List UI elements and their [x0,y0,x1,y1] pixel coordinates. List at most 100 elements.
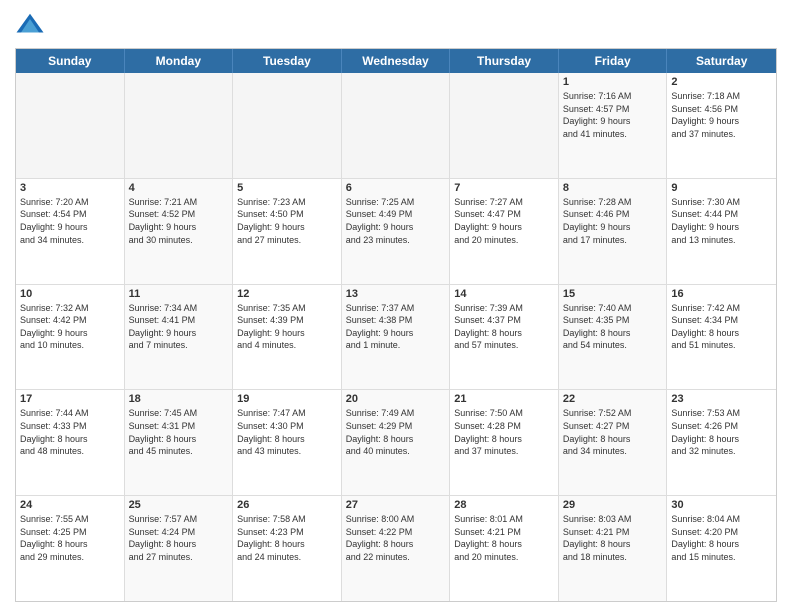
day-number: 24 [20,499,120,511]
header-day-friday: Friday [559,49,668,73]
calendar-cell: 25 Sunrise: 7:57 AM Sunset: 4:24 PM Dayli… [125,496,234,601]
calendar-cell: 30 Sunrise: 8:04 AM Sunset: 4:20 PM Dayli… [667,496,776,601]
calendar-cell: 17 Sunrise: 7:44 AM Sunset: 4:33 PM Dayli… [16,390,125,495]
header-day-sunday: Sunday [16,49,125,73]
day-number: 21 [454,393,554,405]
cell-sun-info: Sunrise: 8:01 AM Sunset: 4:21 PM Dayligh… [454,513,554,563]
calendar-cell: 6 Sunrise: 7:25 AM Sunset: 4:49 PM Daylig… [342,179,451,284]
day-number: 20 [346,393,446,405]
cell-sun-info: Sunrise: 7:25 AM Sunset: 4:49 PM Dayligh… [346,196,446,246]
day-number: 2 [671,76,772,88]
day-number: 12 [237,288,337,300]
cell-sun-info: Sunrise: 7:45 AM Sunset: 4:31 PM Dayligh… [129,407,229,457]
day-number: 17 [20,393,120,405]
logo-icon [15,10,45,40]
day-number: 3 [20,182,120,194]
calendar-row-1: 3Sunrise: 7:20 AM Sunset: 4:54 PM Daylig… [16,179,776,285]
calendar-cell: 20Sunrise: 7:49 AM Sunset: 4:29 PM Dayli… [342,390,451,495]
calendar-cell: 26 Sunrise: 7:58 AM Sunset: 4:23 PM Dayli… [233,496,342,601]
calendar-cell: 2 Sunrise: 7:18 AM Sunset: 4:56 PM Daylig… [667,73,776,178]
cell-sun-info: Sunrise: 7:21 AM Sunset: 4:52 PM Dayligh… [129,196,229,246]
calendar-cell [16,73,125,178]
cell-sun-info: Sunrise: 7:16 AM Sunset: 4:57 PM Dayligh… [563,90,663,140]
header-day-monday: Monday [125,49,234,73]
calendar-cell [233,73,342,178]
calendar-cell [125,73,234,178]
cell-sun-info: Sunrise: 7:52 AM Sunset: 4:27 PM Dayligh… [563,407,663,457]
cell-sun-info: Sunrise: 7:47 AM Sunset: 4:30 PM Dayligh… [237,407,337,457]
day-number: 11 [129,288,229,300]
calendar-cell: 19Sunrise: 7:47 AM Sunset: 4:30 PM Dayli… [233,390,342,495]
calendar-cell: 23 Sunrise: 7:53 AM Sunset: 4:26 PM Dayli… [667,390,776,495]
day-number: 7 [454,182,554,194]
header-day-thursday: Thursday [450,49,559,73]
calendar-row-0: 1 Sunrise: 7:16 AM Sunset: 4:57 PM Daylig… [16,73,776,179]
header [15,10,777,40]
calendar-cell: 16 Sunrise: 7:42 AM Sunset: 4:34 PM Dayli… [667,285,776,390]
calendar-cell: 4 Sunrise: 7:21 AM Sunset: 4:52 PM Daylig… [125,179,234,284]
calendar-row-4: 24 Sunrise: 7:55 AM Sunset: 4:25 PM Dayli… [16,496,776,601]
cell-sun-info: Sunrise: 7:27 AM Sunset: 4:47 PM Dayligh… [454,196,554,246]
day-number: 26 [237,499,337,511]
calendar-body: 1 Sunrise: 7:16 AM Sunset: 4:57 PM Daylig… [16,73,776,601]
cell-sun-info: Sunrise: 7:50 AM Sunset: 4:28 PM Dayligh… [454,407,554,457]
calendar-cell: 15 Sunrise: 7:40 AM Sunset: 4:35 PM Dayli… [559,285,668,390]
cell-sun-info: Sunrise: 7:35 AM Sunset: 4:39 PM Dayligh… [237,302,337,352]
day-number: 16 [671,288,772,300]
cell-sun-info: Sunrise: 8:00 AM Sunset: 4:22 PM Dayligh… [346,513,446,563]
day-number: 30 [671,499,772,511]
day-number: 9 [671,182,772,194]
day-number: 29 [563,499,663,511]
calendar-cell: 18 Sunrise: 7:45 AM Sunset: 4:31 PM Dayli… [125,390,234,495]
calendar-cell: 22 Sunrise: 7:52 AM Sunset: 4:27 PM Dayli… [559,390,668,495]
calendar-row-2: 10Sunrise: 7:32 AM Sunset: 4:42 PM Dayli… [16,285,776,391]
calendar: SundayMondayTuesdayWednesdayThursdayFrid… [15,48,777,602]
calendar-cell: 21 Sunrise: 7:50 AM Sunset: 4:28 PM Dayli… [450,390,559,495]
calendar-cell: 28 Sunrise: 8:01 AM Sunset: 4:21 PM Dayli… [450,496,559,601]
day-number: 13 [346,288,446,300]
cell-sun-info: Sunrise: 7:55 AM Sunset: 4:25 PM Dayligh… [20,513,120,563]
cell-sun-info: Sunrise: 7:32 AM Sunset: 4:42 PM Dayligh… [20,302,120,352]
cell-sun-info: Sunrise: 7:30 AM Sunset: 4:44 PM Dayligh… [671,196,772,246]
day-number: 15 [563,288,663,300]
logo [15,10,49,40]
cell-sun-info: Sunrise: 8:04 AM Sunset: 4:20 PM Dayligh… [671,513,772,563]
cell-sun-info: Sunrise: 7:53 AM Sunset: 4:26 PM Dayligh… [671,407,772,457]
header-day-tuesday: Tuesday [233,49,342,73]
cell-sun-info: Sunrise: 7:37 AM Sunset: 4:38 PM Dayligh… [346,302,446,352]
cell-sun-info: Sunrise: 7:58 AM Sunset: 4:23 PM Dayligh… [237,513,337,563]
header-day-wednesday: Wednesday [342,49,451,73]
day-number: 25 [129,499,229,511]
calendar-header: SundayMondayTuesdayWednesdayThursdayFrid… [16,49,776,73]
cell-sun-info: Sunrise: 7:44 AM Sunset: 4:33 PM Dayligh… [20,407,120,457]
cell-sun-info: Sunrise: 7:18 AM Sunset: 4:56 PM Dayligh… [671,90,772,140]
calendar-cell: 10Sunrise: 7:32 AM Sunset: 4:42 PM Dayli… [16,285,125,390]
day-number: 23 [671,393,772,405]
day-number: 6 [346,182,446,194]
calendar-cell [342,73,451,178]
calendar-cell: 9 Sunrise: 7:30 AM Sunset: 4:44 PM Daylig… [667,179,776,284]
calendar-cell: 13 Sunrise: 7:37 AM Sunset: 4:38 PM Dayli… [342,285,451,390]
day-number: 5 [237,182,337,194]
calendar-cell: 7 Sunrise: 7:27 AM Sunset: 4:47 PM Daylig… [450,179,559,284]
day-number: 4 [129,182,229,194]
cell-sun-info: Sunrise: 7:23 AM Sunset: 4:50 PM Dayligh… [237,196,337,246]
calendar-cell: 14 Sunrise: 7:39 AM Sunset: 4:37 PM Dayli… [450,285,559,390]
header-day-saturday: Saturday [667,49,776,73]
day-number: 14 [454,288,554,300]
day-number: 18 [129,393,229,405]
calendar-cell: 29Sunrise: 8:03 AM Sunset: 4:21 PM Dayli… [559,496,668,601]
cell-sun-info: Sunrise: 7:42 AM Sunset: 4:34 PM Dayligh… [671,302,772,352]
cell-sun-info: Sunrise: 7:57 AM Sunset: 4:24 PM Dayligh… [129,513,229,563]
day-number: 28 [454,499,554,511]
day-number: 22 [563,393,663,405]
cell-sun-info: Sunrise: 7:39 AM Sunset: 4:37 PM Dayligh… [454,302,554,352]
calendar-cell [450,73,559,178]
calendar-cell: 5 Sunrise: 7:23 AM Sunset: 4:50 PM Daylig… [233,179,342,284]
page: SundayMondayTuesdayWednesdayThursdayFrid… [0,0,792,612]
calendar-cell: 24 Sunrise: 7:55 AM Sunset: 4:25 PM Dayli… [16,496,125,601]
day-number: 27 [346,499,446,511]
calendar-cell: 8Sunrise: 7:28 AM Sunset: 4:46 PM Daylig… [559,179,668,284]
day-number: 1 [563,76,663,88]
cell-sun-info: Sunrise: 7:40 AM Sunset: 4:35 PM Dayligh… [563,302,663,352]
